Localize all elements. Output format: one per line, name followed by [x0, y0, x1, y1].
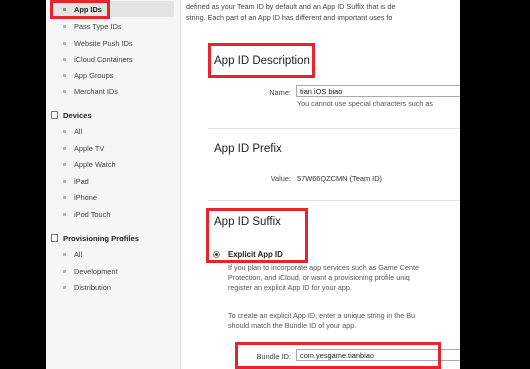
- document-icon: [51, 234, 58, 242]
- sidebar-item-ipad[interactable]: iPad: [46, 173, 181, 189]
- sidebar-item-ipod-touch[interactable]: iPod Touch: [46, 206, 181, 222]
- sidebar-item-apple-watch[interactable]: Apple Watch: [46, 156, 181, 172]
- name-label: Name:: [269, 88, 291, 97]
- sidebar: App IDs Pass Type IDs Website Push IDs i…: [46, 0, 181, 369]
- bundle-id-label: Bundle ID:: [256, 352, 291, 361]
- intro-line: string. Each part of an App ID has diffe…: [186, 13, 393, 22]
- sidebar-item-label: Website Push IDs: [74, 38, 133, 48]
- bullet-icon: [63, 269, 66, 273]
- app-id-description-title: App ID Description: [214, 55, 310, 67]
- sidebar-header-label: Devices: [63, 110, 92, 120]
- team-id-value: 57W66QZCMN (Team ID): [297, 174, 383, 183]
- sidebar-item-profiles-all[interactable]: All: [46, 246, 181, 262]
- bullet-icon: [63, 285, 66, 289]
- sidebar-item-label: All: [74, 126, 83, 136]
- sidebar-item-label: iCloud Containers: [74, 54, 133, 64]
- paragraph-line: register an explicit App ID for your app…: [228, 283, 352, 292]
- sidebar-item-app-ids[interactable]: App IDs: [53, 1, 174, 17]
- sidebar-item-label: Merchant IDs: [74, 86, 118, 96]
- app-id-prefix-title: App ID Prefix: [214, 143, 282, 155]
- name-field[interactable]: [296, 85, 460, 97]
- sidebar-item-pass-type-ids[interactable]: Pass Type IDs: [46, 18, 181, 34]
- app-id-suffix-title: App ID Suffix: [214, 216, 281, 228]
- bullet-icon: [63, 252, 66, 256]
- value-label: Value:: [270, 174, 291, 183]
- paragraph-line: If you plan to incorporate app services …: [228, 263, 419, 272]
- sidebar-header-label: Provisioning Profiles: [63, 233, 139, 243]
- sidebar-item-website-push-ids[interactable]: Website Push IDs: [46, 35, 181, 51]
- sidebar-item-label: iPad: [74, 176, 89, 186]
- sidebar-item-label: Pass Type IDs: [74, 21, 122, 31]
- bullet-icon: [63, 89, 66, 93]
- bundle-id-field[interactable]: [296, 349, 460, 361]
- sidebar-item-label: Apple TV: [74, 143, 105, 153]
- bullet-icon: [63, 57, 66, 61]
- explicit-app-id-label[interactable]: Explicit App ID: [228, 250, 283, 259]
- sidebar-header-provisioning-profiles[interactable]: Provisioning Profiles: [46, 230, 181, 246]
- sidebar-item-distribution[interactable]: Distribution: [46, 279, 181, 295]
- section-divider: [208, 128, 460, 129]
- intro-line: defined as your Team ID by default and a…: [186, 2, 396, 11]
- sidebar-item-iphone[interactable]: iPhone: [46, 189, 181, 205]
- bullet-icon: [63, 146, 66, 150]
- bullet-icon: [63, 129, 66, 133]
- sidebar-item-label: iPhone: [74, 192, 98, 202]
- bundle-instructions: To create an explicit App ID, enter a un…: [228, 311, 415, 331]
- paragraph-line: Protection, and iCloud, or want a provis…: [228, 273, 410, 282]
- sidebar-item-devices-all[interactable]: All: [46, 123, 181, 139]
- sidebar-item-icloud-containers[interactable]: iCloud Containers: [46, 51, 181, 67]
- bullet-icon: [63, 73, 66, 77]
- sidebar-item-label: Development: [74, 266, 118, 276]
- bullet-icon: [63, 179, 66, 183]
- radio-dot: [215, 253, 218, 256]
- sidebar-item-label: App Groups: [74, 70, 114, 80]
- sidebar-item-label: Distribution: [74, 282, 111, 292]
- bullet-icon: [63, 212, 66, 216]
- bullet-icon: [63, 7, 66, 11]
- sidebar-item-label: Apple Watch: [74, 159, 116, 169]
- sidebar-item-label: All: [74, 249, 83, 259]
- section-divider: [208, 200, 460, 201]
- intro-text: defined as your Team ID by default and a…: [186, 1, 460, 23]
- bullet-icon: [63, 162, 66, 166]
- name-hint: You cannot use special characters such a…: [297, 99, 433, 108]
- paragraph-line: should match the Bundle ID of your app.: [228, 321, 357, 330]
- sidebar-item-label: iPod Touch: [74, 209, 111, 219]
- explicit-app-id-radio[interactable]: [213, 251, 220, 258]
- explicit-description: If you plan to incorporate app services …: [228, 263, 419, 293]
- sidebar-item-merchant-ids[interactable]: Merchant IDs: [46, 83, 181, 99]
- device-icon: [51, 111, 58, 119]
- sidebar-item-app-groups[interactable]: App Groups: [46, 67, 181, 83]
- bullet-icon: [63, 195, 66, 199]
- bullet-icon: [63, 41, 66, 45]
- sidebar-item-label: App IDs: [74, 4, 102, 14]
- sidebar-item-development[interactable]: Development: [46, 263, 181, 279]
- main-content: defined as your Team ID by default and a…: [181, 0, 460, 369]
- bullet-icon: [63, 24, 66, 28]
- sidebar-item-apple-tv[interactable]: Apple TV: [46, 140, 181, 156]
- paragraph-line: To create an explicit App ID, enter a un…: [228, 311, 415, 320]
- sidebar-header-devices[interactable]: Devices: [46, 107, 181, 123]
